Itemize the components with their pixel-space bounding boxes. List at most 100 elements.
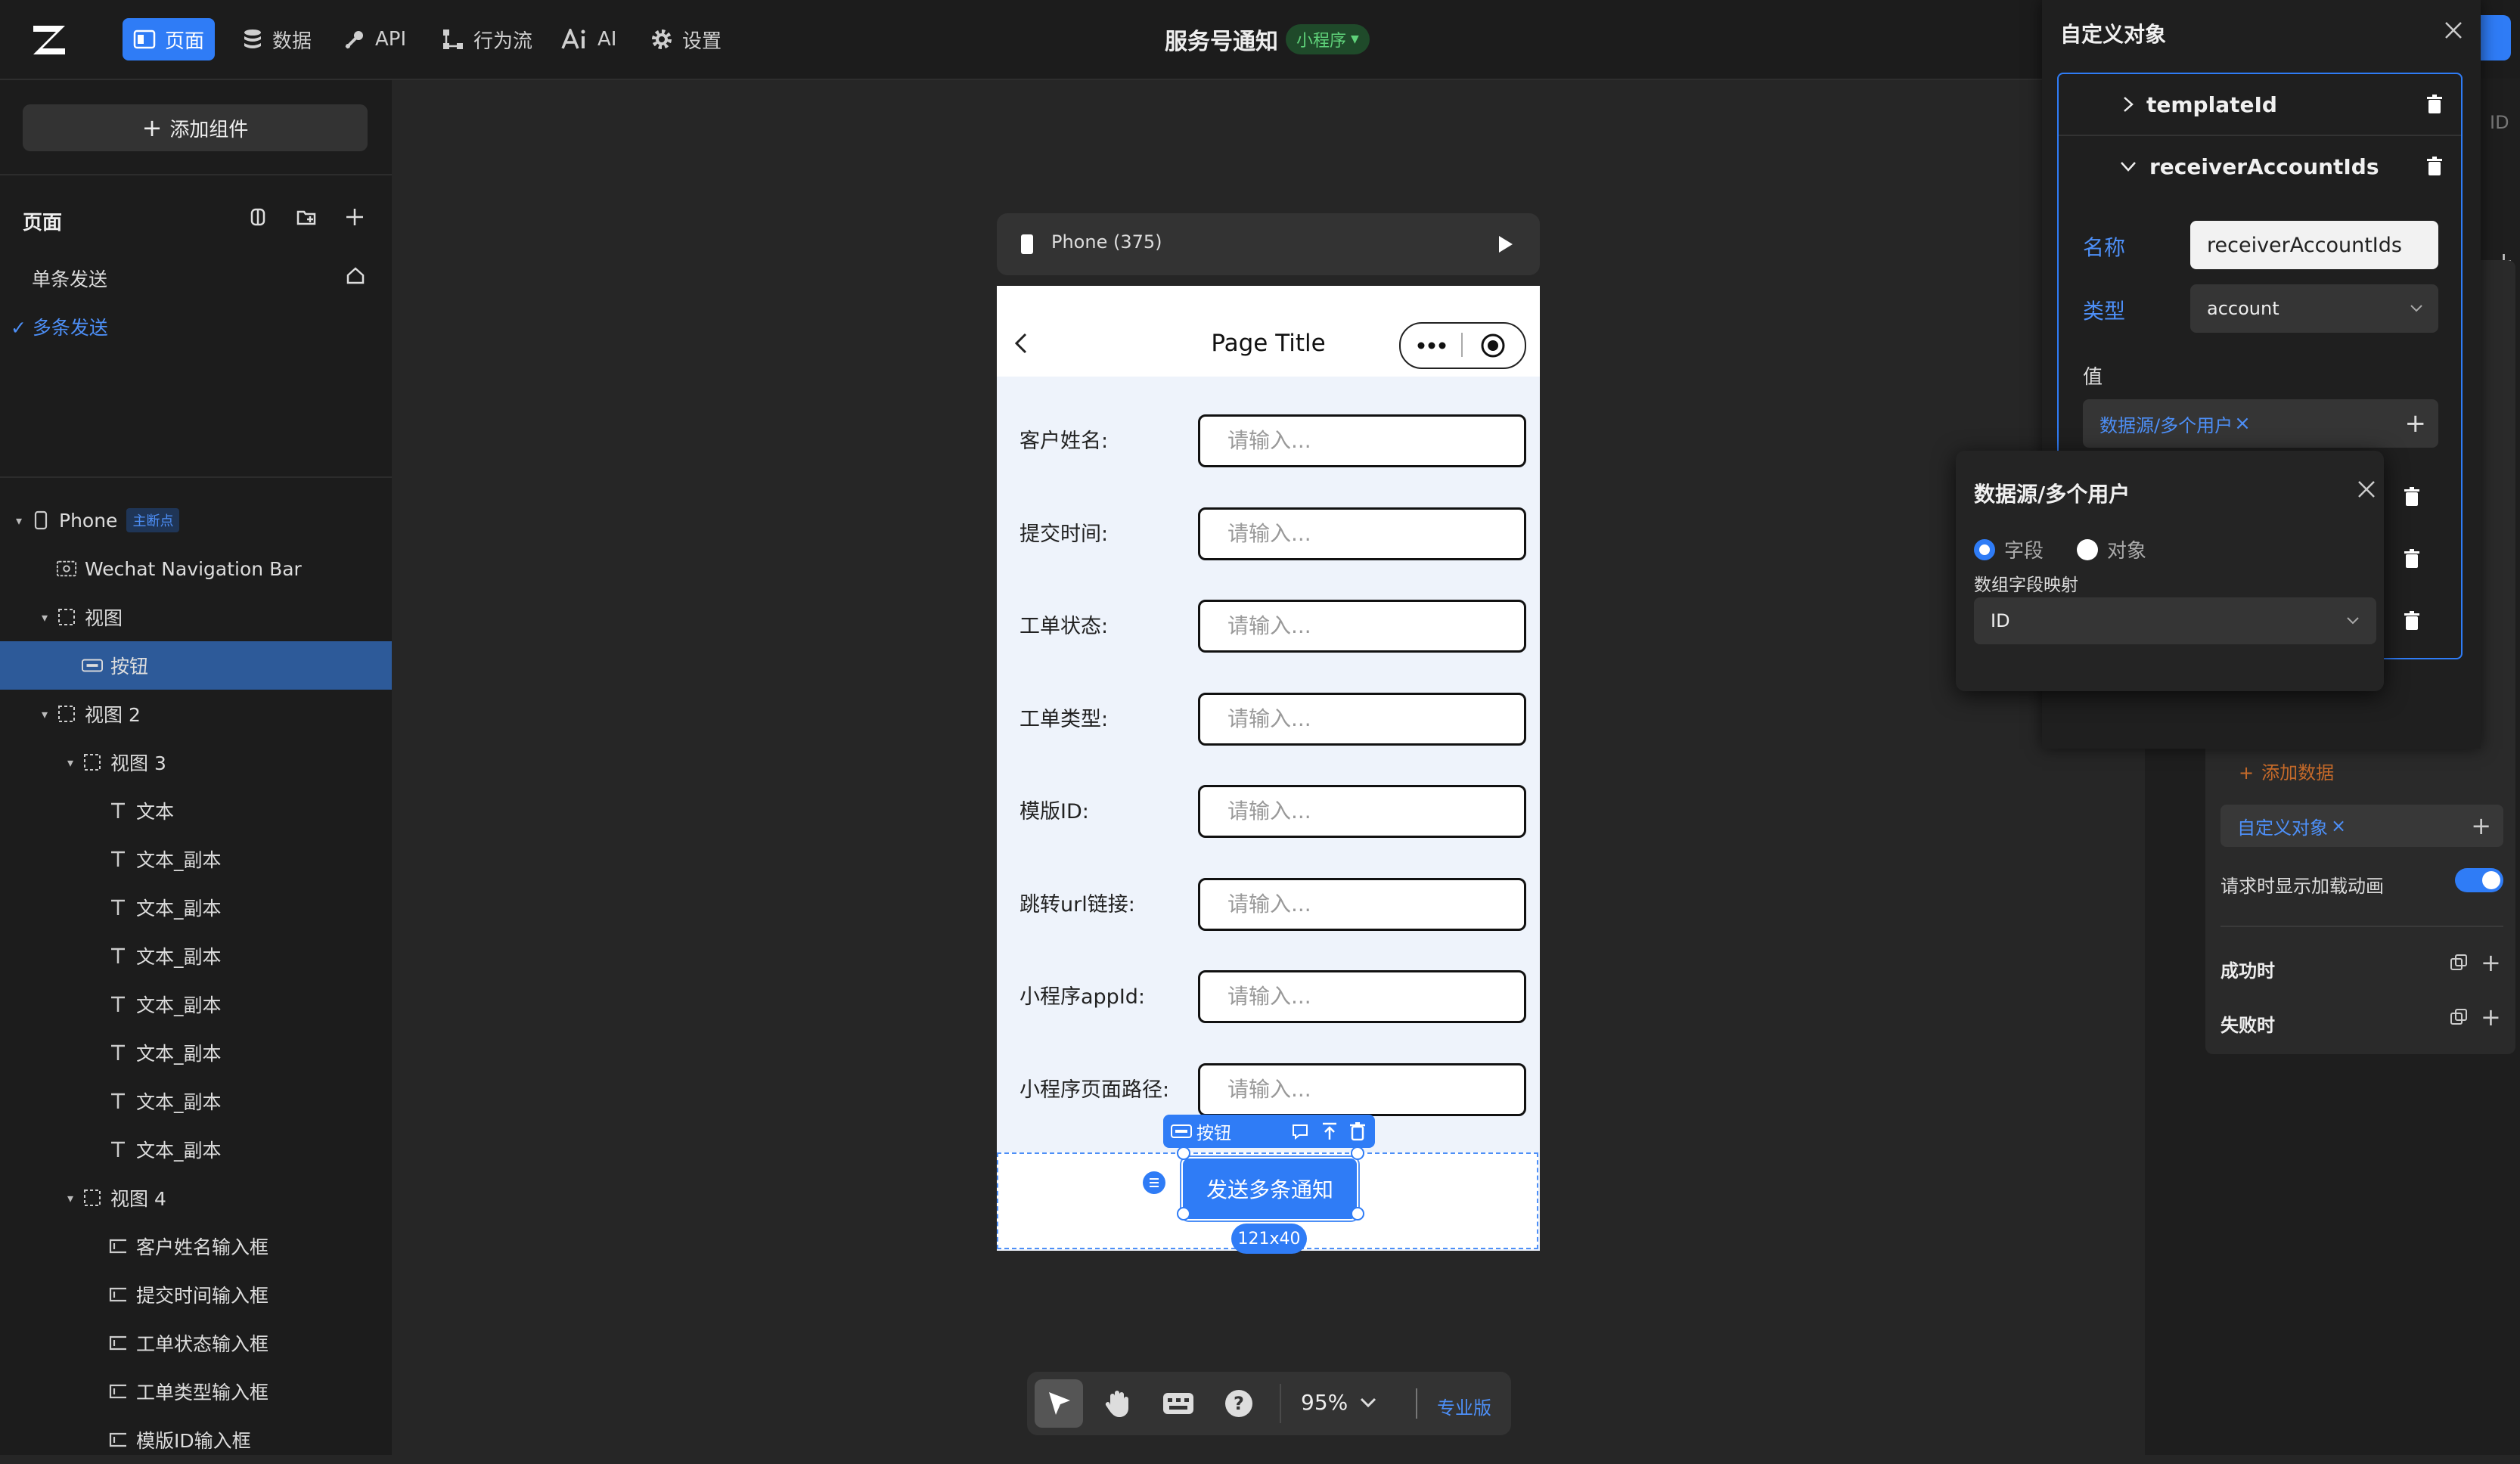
tree-item[interactable]: ▾ 视图 3 [0,738,392,786]
object-field-receiveraccountids[interactable]: receiverAccountIds [2057,136,2463,197]
caret-down-icon[interactable]: ▾ [36,610,53,625]
form-input[interactable]: 请输入... [1198,1062,1526,1116]
publish-button-edge[interactable] [2481,15,2511,60]
tree-item[interactable]: 按钮 [0,641,392,690]
tab-label: AI [597,28,617,51]
caret-down-icon[interactable]: ▾ [62,755,79,770]
tab-ai[interactable]: AI [551,18,627,60]
home-icon[interactable] [345,265,366,286]
resize-handle[interactable] [1177,1146,1190,1160]
form-input[interactable]: 请输入... [1198,414,1526,467]
tree-item[interactable]: 提交时间输入框 [0,1270,392,1319]
close-mini-program-icon[interactable] [1479,332,1507,359]
capsule-menu[interactable] [1399,322,1526,369]
app-type-dropdown[interactable]: 小程序 ▼ [1286,24,1370,54]
tab-database[interactable]: 数据 [231,18,322,60]
tree-item[interactable]: 模版ID输入框 [0,1416,392,1464]
help-icon[interactable]: ? [1224,1388,1254,1419]
add-component-button[interactable]: + 添加组件 [23,104,368,151]
tree-item[interactable]: ▾ 视图 2 [0,690,392,738]
tree-item[interactable]: 文本_副本 [0,835,392,883]
tab-page[interactable]: 页面 [123,18,216,60]
tree-item[interactable]: 文本_副本 [0,1077,392,1125]
hand-icon[interactable] [1103,1388,1133,1419]
tree-item[interactable]: Wechat Navigation Bar [0,544,392,593]
page-item-single-send[interactable]: 单条发送 [32,265,107,292]
datasource-tag[interactable]: 数据源/多个用户 [2099,411,2233,437]
page-item-multi-send[interactable]: ✓ 多条发送 [11,313,108,340]
plus-icon[interactable]: + [2481,1005,2501,1029]
radio-field[interactable]: 字段 [1974,535,2044,563]
caret-down-icon[interactable]: ▾ [11,513,27,528]
zoom-dropdown[interactable]: 95% [1301,1390,1376,1415]
form-input[interactable]: 请输入... [1198,970,1526,1023]
tree-item[interactable]: ▾ 视图 4 [0,1174,392,1222]
tree-item[interactable]: 文本_副本 [0,980,392,1028]
close-icon[interactable]: × [2331,815,2346,836]
form-input[interactable]: 请输入... [1198,507,1526,560]
resize-handle[interactable] [1351,1207,1364,1221]
form-input[interactable]: 请输入... [1198,877,1526,931]
copy-icon[interactable] [247,206,269,228]
form-input[interactable]: 请输入... [1198,600,1526,653]
move-top-icon[interactable] [1321,1121,1339,1141]
tree-item[interactable]: ▾ 视图 [0,593,392,641]
trash-icon[interactable] [2404,611,2420,631]
delete-icon[interactable] [1349,1121,1366,1141]
custom-object-tag-field[interactable]: 自定义对象 × + [2221,805,2503,847]
flow-icon [442,28,464,51]
select-tool[interactable] [1035,1379,1083,1428]
resize-handle[interactable] [1351,1146,1364,1160]
play-icon[interactable] [1496,233,1516,256]
tab-gear[interactable]: 设置 [640,18,732,60]
tree-item[interactable]: 工单类型输入框 [0,1367,392,1416]
page-item-label: 单条发送 [32,268,108,290]
logo-icon[interactable] [29,20,70,60]
add-page-icon[interactable] [343,206,366,228]
keyboard-icon[interactable] [1162,1391,1195,1416]
tree-item[interactable]: 文本_副本 [0,883,392,932]
plus-icon[interactable]: + [2481,951,2501,975]
trash-icon[interactable] [2426,95,2443,114]
close-icon[interactable] [2357,479,2376,499]
form-input[interactable]: 请输入... [1198,692,1526,746]
add-data-partial[interactable]: + 添加数据 [2239,758,2334,784]
add-folder-icon[interactable] [295,206,318,228]
value-field[interactable]: 数据源/多个用户 × + [2083,399,2438,448]
type-select[interactable]: account [2190,284,2438,333]
plus-icon[interactable]: + [2471,811,2491,840]
tab-api[interactable]: API [333,18,417,60]
radio-object[interactable]: 对象 [2077,535,2146,563]
close-icon[interactable] [2443,20,2464,41]
add-data-label: 添加数据 [2261,762,2335,783]
trash-icon[interactable] [2426,157,2443,176]
caret-down-icon[interactable]: ▾ [62,1191,79,1205]
copy-icon[interactable] [2449,953,2469,972]
tab-flow[interactable]: 行为流 [431,18,543,60]
resize-handle[interactable] [1177,1207,1190,1221]
mapping-select[interactable]: ID [1974,597,2376,644]
tree-item[interactable]: ▾ Phone 主断点 [0,496,392,544]
tree-item[interactable]: 客户姓名输入框 [0,1222,392,1270]
name-input[interactable]: receiverAccountIds [2190,221,2438,269]
caret-down-icon[interactable]: ▾ [36,707,53,721]
form-input[interactable]: 请输入... [1198,785,1526,838]
send-multiple-notifications-button[interactable]: 发送多条通知 [1180,1155,1360,1222]
list-handle-icon[interactable] [1142,1171,1166,1195]
comment-icon[interactable] [1290,1121,1310,1141]
tree-item[interactable]: 文本_副本 [0,1028,392,1077]
trash-icon[interactable] [2404,487,2420,507]
tree-item[interactable]: 文本_副本 [0,932,392,980]
custom-object-tag[interactable]: 自定义对象 [2237,813,2328,839]
close-icon[interactable]: × [2234,412,2251,435]
tree-item[interactable]: 文本 [0,786,392,835]
object-field-templateid[interactable]: templateId [2057,74,2463,135]
copy-icon[interactable] [2449,1007,2469,1027]
loading-toggle[interactable] [2455,868,2503,892]
more-icon[interactable] [1417,342,1446,349]
tree-item[interactable]: 工单状态输入框 [0,1319,392,1367]
plus-icon[interactable]: + [2405,408,2427,439]
edition-link[interactable]: 专业版 [1437,1393,1491,1419]
tree-item[interactable]: 文本_副本 [0,1125,392,1174]
trash-icon[interactable] [2404,549,2420,569]
